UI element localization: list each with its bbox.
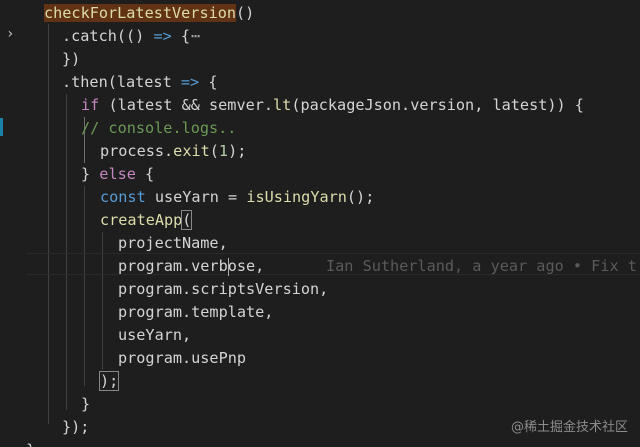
code-line[interactable]: }	[26, 439, 35, 447]
code-line[interactable]: .then(latest => {	[62, 71, 217, 94]
code-line[interactable]: useYarn,	[118, 324, 191, 347]
code-line[interactable]: program.usePnp	[118, 347, 246, 370]
code-line-current[interactable]: program.verbose,	[118, 255, 264, 278]
code-line[interactable]: projectName,	[118, 232, 228, 255]
code-line[interactable]: });	[62, 416, 89, 439]
code-line[interactable]: .catch(() => {⋯	[62, 25, 201, 48]
code-line[interactable]: program.template,	[118, 301, 273, 324]
code-line[interactable]: } else {	[81, 163, 154, 186]
indent-guide	[48, 24, 49, 424]
code-line[interactable]: program.scriptsVersion,	[118, 278, 328, 301]
modified-line-marker	[0, 118, 3, 136]
function-name: checkForLatestVersion	[44, 4, 237, 22]
chevron-right-icon[interactable]: ›	[6, 27, 16, 41]
editor-gutter: ›	[0, 0, 20, 447]
folded-code-ellipsis[interactable]: ⋯	[190, 28, 201, 43]
matching-bracket: );	[98, 371, 120, 391]
code-line[interactable]: // console.logs..	[81, 117, 236, 140]
code-line[interactable]: }	[81, 393, 90, 416]
code-line[interactable]: );	[98, 370, 120, 393]
code-line[interactable]: checkForLatestVersion()	[44, 2, 254, 25]
code-line[interactable]: })	[62, 48, 80, 71]
indent-guide	[66, 94, 67, 410]
matching-bracket: (	[181, 210, 193, 230]
code-line[interactable]: process.exit(1);	[100, 140, 246, 163]
git-blame-annotation[interactable]: Ian Sutherland, a year ago • Fix t	[326, 255, 637, 278]
indent-guide	[84, 186, 85, 386]
code-editor[interactable]: › checkForLatestVersion() .catch(() => {…	[0, 0, 640, 447]
code-line[interactable]: createApp(	[100, 209, 193, 232]
code-line[interactable]: if (latest && semver.lt(packageJson.vers…	[81, 94, 584, 117]
code-line[interactable]: const useYarn = isUsingYarn();	[100, 186, 374, 209]
watermark: @稀土掘金技术社区	[510, 420, 628, 435]
